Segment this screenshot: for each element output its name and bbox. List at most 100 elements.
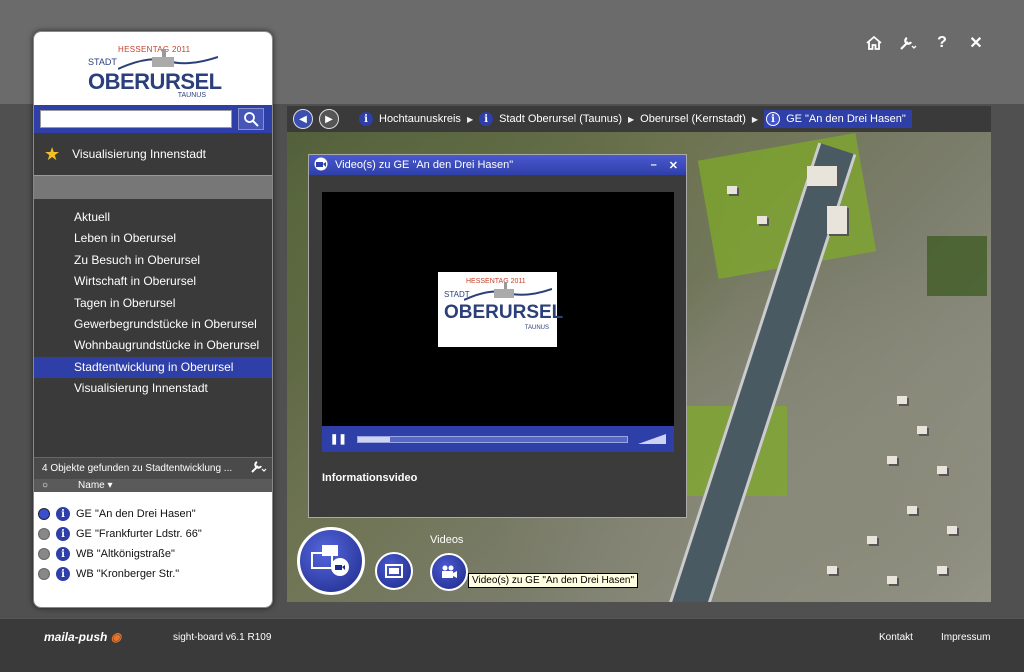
- wrench-icon[interactable]: [898, 33, 918, 53]
- pause-button[interactable]: ❚❚: [330, 434, 347, 445]
- oberursel-logo[interactable]: HESSENTAG 2011 STADT OBERURSEL TAUNUS: [88, 39, 222, 99]
- chevron-right-icon: ▶: [751, 114, 759, 124]
- info-icon[interactable]: i: [56, 527, 70, 541]
- breadcrumb-item[interactable]: i Stadt Oberursel (Taunus) ▶: [479, 112, 634, 126]
- video-camera-icon: [313, 157, 329, 174]
- brand-name: maila-push: [44, 630, 108, 644]
- back-button[interactable]: ◀: [293, 109, 313, 129]
- map-building: [727, 186, 737, 194]
- video-window: Video(s) zu GE "An den Drei Hasen" – ✕ H…: [308, 154, 687, 518]
- video-window-title: Video(s) zu GE "An den Drei Hasen": [335, 159, 514, 171]
- logo-area: HESSENTAG 2011 STADT OBERURSEL TAUNUS: [34, 32, 272, 105]
- video-caption: Informationsvideo: [322, 472, 418, 484]
- search-icon: [244, 112, 259, 127]
- video-window-body: HESSENTAG 2011 STADT OBERURSEL TAUNUS ❚❚…: [309, 175, 686, 484]
- breadcrumb-label: Oberursel (Kernstadt): [640, 113, 746, 125]
- info-icon[interactable]: i: [56, 547, 70, 561]
- list-item-label: GE "Frankfurter Ldstr. 66": [76, 528, 202, 540]
- breadcrumb-item[interactable]: i Hochtaunuskreis ▶: [359, 112, 473, 126]
- list-item[interactable]: i GE "Frankfurter Ldstr. 66": [34, 524, 272, 544]
- volume-slider[interactable]: [638, 434, 666, 444]
- tooltip: Video(s) zu GE "An den Drei Hasen": [468, 573, 638, 588]
- favorite-row[interactable]: ★ Visualisierung Innenstadt: [34, 133, 272, 175]
- star-icon: ★: [44, 143, 61, 164]
- radio[interactable]: [38, 548, 50, 560]
- close-icon[interactable]: ✕: [966, 33, 986, 53]
- help-icon[interactable]: ?: [932, 33, 952, 53]
- map-building: [887, 576, 897, 584]
- column-header: ○ Name ▾: [34, 479, 272, 492]
- sidebar: HESSENTAG 2011 STADT OBERURSEL TAUNUS ★ …: [33, 31, 273, 608]
- list-item-label: WB "Altkönigstraße": [76, 548, 175, 560]
- breadcrumb-label: Stadt Oberursel (Taunus): [499, 113, 622, 125]
- home-icon[interactable]: [864, 33, 884, 53]
- menu-item-zu-besuch[interactable]: Zu Besuch in Oberursel: [34, 250, 272, 271]
- radio[interactable]: [38, 528, 50, 540]
- info-icon[interactable]: i: [56, 567, 70, 581]
- impressum-link[interactable]: Impressum: [941, 632, 990, 643]
- column-radio[interactable]: ○: [42, 480, 48, 491]
- kontakt-link[interactable]: Kontakt: [879, 632, 913, 643]
- breadcrumb-item-active[interactable]: i GE "An den Drei Hasen": [764, 110, 912, 128]
- search-input[interactable]: [40, 110, 232, 128]
- column-name-label: Name: [78, 480, 105, 491]
- menu-item-aktuell[interactable]: Aktuell: [34, 207, 272, 228]
- skyline-icon: [464, 282, 552, 301]
- menu-item-leben[interactable]: Leben in Oberursel: [34, 228, 272, 249]
- menu-item-gewerbegrundstuecke[interactable]: Gewerbegrundstücke in Oberursel: [34, 314, 272, 335]
- brand-logo[interactable]: maila-push ◉: [44, 630, 121, 644]
- screen-view-button[interactable]: [375, 552, 413, 590]
- wrench-icon[interactable]: [250, 460, 268, 477]
- search-button[interactable]: [238, 108, 264, 130]
- screen-icon: [385, 564, 403, 578]
- map-building: [897, 396, 907, 404]
- sort-down-icon: ▾: [107, 480, 113, 491]
- map-building: [867, 536, 877, 544]
- top-toolbar: ? ✕: [864, 33, 986, 53]
- list-item[interactable]: i WB "Altkönigstraße": [34, 544, 272, 564]
- media-menu-button[interactable]: [297, 527, 365, 595]
- nav-menu: Aktuell Leben in Oberursel Zu Besuch in …: [34, 199, 272, 457]
- list-item-label: WB "Kronberger Str.": [76, 568, 180, 580]
- map-building: [887, 456, 897, 464]
- video-controls: ❚❚: [322, 426, 674, 452]
- breadcrumb-item[interactable]: Oberursel (Kernstadt) ▶: [640, 113, 758, 125]
- video-player[interactable]: HESSENTAG 2011 STADT OBERURSEL TAUNUS: [322, 192, 674, 426]
- column-name[interactable]: Name ▾: [78, 480, 113, 491]
- result-list: i GE "An den Drei Hasen" i GE "Frankfurt…: [34, 492, 272, 607]
- info-icon[interactable]: i: [766, 112, 781, 126]
- info-icon[interactable]: i: [479, 112, 494, 126]
- menu-item-stadtentwicklung[interactable]: Stadtentwicklung in Oberursel: [34, 356, 272, 379]
- version-text: sight-board v6.1 R109: [173, 632, 272, 643]
- info-icon[interactable]: i: [359, 112, 373, 126]
- map-building: [937, 566, 947, 574]
- menu-item-wohnbaugrundstuecke[interactable]: Wohnbaugrundstücke in Oberursel: [34, 335, 272, 356]
- media-icon: [311, 545, 349, 576]
- list-item[interactable]: i WB "Kronberger Str.": [34, 564, 272, 584]
- map-building: [907, 506, 917, 514]
- video-window-titlebar[interactable]: Video(s) zu GE "An den Drei Hasen" – ✕: [309, 155, 686, 175]
- list-item[interactable]: i GE "An den Drei Hasen": [34, 504, 272, 524]
- skyline-icon: [118, 48, 218, 70]
- logo-stadt: STADT: [88, 56, 117, 67]
- chevron-right-icon: ▶: [627, 114, 635, 124]
- video-progress[interactable]: [356, 435, 628, 443]
- info-icon[interactable]: i: [56, 507, 70, 521]
- map-building: [827, 206, 847, 234]
- close-button[interactable]: ✕: [669, 159, 678, 172]
- menu-item-tagen[interactable]: Tagen in Oberursel: [34, 293, 272, 314]
- videos-button[interactable]: [430, 553, 468, 591]
- footer-bar: [0, 618, 1024, 672]
- video-logo-taunus: TAUNUS: [524, 325, 549, 331]
- videos-label: Videos: [430, 534, 464, 546]
- radio-selected[interactable]: [38, 508, 50, 520]
- map-building: [807, 166, 837, 186]
- menu-item-wirtschaft[interactable]: Wirtschaft in Oberursel: [34, 271, 272, 292]
- forward-button[interactable]: ▶: [319, 109, 339, 129]
- menu-item-visualisierung[interactable]: Visualisierung Innenstadt: [34, 378, 272, 399]
- favorite-label: Visualisierung Innenstadt: [72, 147, 207, 161]
- breadcrumb: ◀ ▶ i Hochtaunuskreis ▶ i Stadt Oberurse…: [287, 106, 991, 132]
- radio[interactable]: [38, 568, 50, 580]
- minimize-button[interactable]: –: [651, 159, 657, 172]
- result-count-text: 4 Objekte gefunden zu Stadtentwicklung .…: [42, 463, 233, 474]
